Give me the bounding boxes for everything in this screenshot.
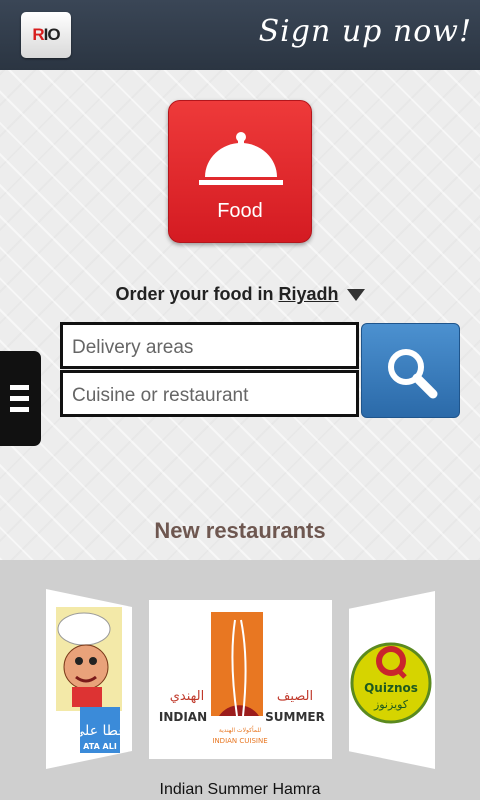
svg-text:INDIAN: INDIAN — [159, 710, 207, 724]
delivery-areas-input[interactable]: Delivery areas — [60, 322, 359, 369]
svg-text:الصيف: الصيف — [277, 689, 313, 704]
menu-drawer-handle[interactable] — [0, 351, 41, 446]
svg-text:Quiznos: Quiznos — [364, 681, 418, 695]
indian-summer-logo: الهندي الصيف INDIAN SUMMER للمأكولات اله… — [159, 612, 325, 745]
cloche-icon — [199, 132, 283, 185]
restaurant-card-indian-summer[interactable]: الهندي الصيف INDIAN SUMMER للمأكولات اله… — [149, 600, 332, 759]
svg-text:للمأكولات الهندية: للمأكولات الهندية — [219, 725, 261, 734]
dropdown-arrow-icon[interactable] — [346, 289, 365, 302]
svg-text:ATA ALI: ATA ALI — [83, 742, 117, 751]
order-prefix: Order your food in — [115, 284, 274, 304]
svg-text:SUMMER: SUMMER — [265, 710, 325, 724]
restaurant-card-quiznos[interactable]: Quiznos كويزنوز — [349, 591, 435, 769]
quiznos-logo: Quiznos كويزنوز — [350, 642, 432, 724]
ata-ali-logo: عطا علي ATA ALI — [56, 607, 127, 753]
selected-restaurant-caption: Indian Summer Hamra — [159, 781, 321, 798]
app-logo[interactable]: RIO — [21, 12, 71, 58]
search-button[interactable] — [361, 323, 460, 418]
search-icon — [388, 349, 438, 399]
order-city-selector[interactable]: Order your food in Riyadh — [0, 284, 480, 305]
svg-text:الهندي: الهندي — [170, 689, 205, 704]
svg-text:INDIAN CUISINE: INDIAN CUISINE — [212, 737, 267, 745]
top-bar: RIO Sign up now! — [0, 0, 480, 70]
food-label: Food — [217, 200, 263, 222]
new-restaurants-heading: New restaurants — [154, 518, 326, 543]
svg-text:كويزنوز: كويزنوز — [373, 698, 409, 711]
restaurant-card-ata-ali[interactable]: عطا علي ATA ALI — [46, 589, 132, 769]
svg-text:عطا علي: عطا علي — [73, 723, 126, 739]
cuisine-restaurant-input[interactable]: Cuisine or restaurant — [60, 370, 359, 417]
city-name[interactable]: Riyadh — [279, 284, 339, 304]
sign-up-link[interactable]: Sign up now! — [259, 14, 472, 49]
menu-icon — [10, 385, 29, 390]
food-category-tile[interactable]: Food — [168, 100, 312, 243]
